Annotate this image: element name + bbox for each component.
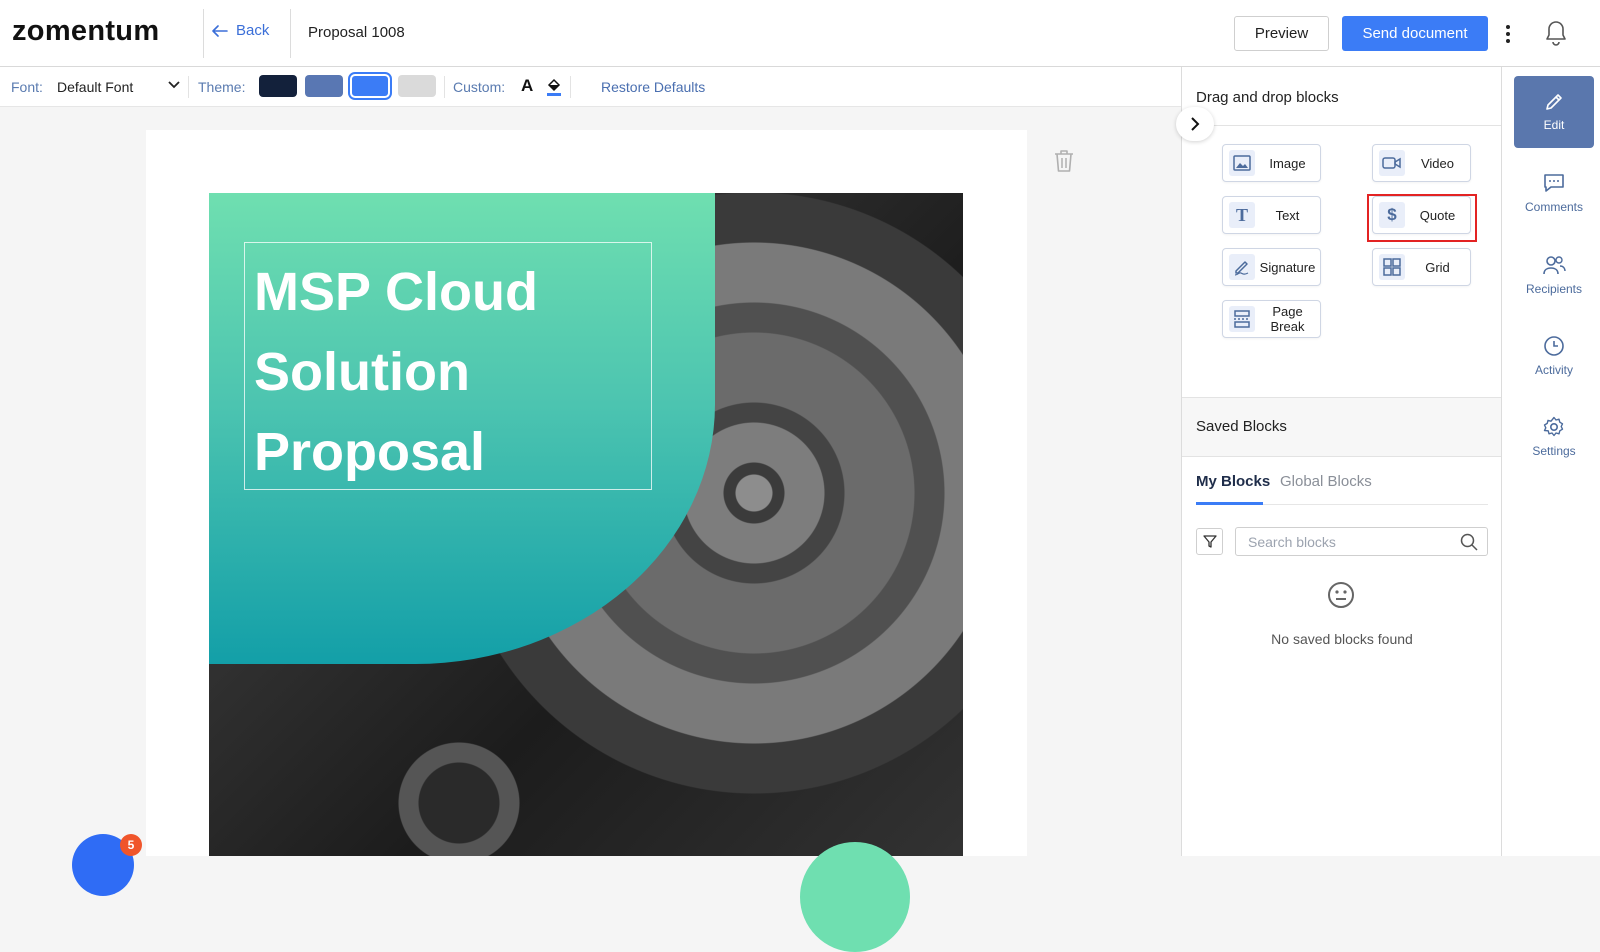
search-blocks-input[interactable] xyxy=(1235,527,1488,556)
block-label: Text xyxy=(1275,207,1300,223)
nav-edit[interactable]: Edit xyxy=(1514,76,1594,148)
font-color-icon[interactable]: A xyxy=(521,76,533,96)
nav-label: Comments xyxy=(1524,200,1583,214)
text-icon: T xyxy=(1229,202,1255,228)
divider xyxy=(444,76,445,98)
theme-swatch-blue-selected[interactable] xyxy=(348,72,392,100)
fill-color-icon[interactable] xyxy=(546,77,562,97)
gear-icon xyxy=(1543,416,1564,437)
notification-badge: 5 xyxy=(120,834,142,856)
collapse-panel-button[interactable] xyxy=(1176,107,1214,141)
custom-label: Custom: xyxy=(453,79,506,95)
document-page: MSP Cloud Solution Proposal xyxy=(146,130,1027,856)
saved-blocks-header: Saved Blocks xyxy=(1182,397,1502,457)
blocks-heading: Drag and drop blocks xyxy=(1196,89,1339,106)
block-label: Quote xyxy=(1419,207,1456,223)
trash-icon[interactable] xyxy=(1053,149,1075,173)
nav-label: Settings xyxy=(1532,444,1576,458)
active-tab-indicator xyxy=(1196,502,1263,505)
tab-global-blocks[interactable]: Global Blocks xyxy=(1280,473,1372,490)
recipients-icon xyxy=(1543,256,1566,275)
font-label: Font: xyxy=(11,79,43,95)
filter-icon[interactable] xyxy=(1196,528,1223,555)
page-break-block[interactable]: Page Break xyxy=(1222,300,1321,338)
video-icon xyxy=(1379,150,1405,176)
page-break-icon xyxy=(1229,306,1255,332)
cover-title-line: Solution xyxy=(254,342,470,402)
nav-label: Activity xyxy=(1534,363,1573,377)
image-block[interactable]: Image xyxy=(1222,144,1321,182)
document-title[interactable]: Proposal 1008 xyxy=(308,24,405,41)
chevron-right-icon xyxy=(1191,117,1200,131)
divider xyxy=(203,9,204,58)
nav-activity[interactable]: Activity xyxy=(1514,320,1594,392)
preview-button[interactable]: Preview xyxy=(1234,16,1329,51)
nav-label: Recipients xyxy=(1525,282,1583,296)
cover-title-line: Proposal xyxy=(254,422,486,482)
nav-settings[interactable]: Settings xyxy=(1514,401,1594,473)
decorative-circle xyxy=(800,842,910,952)
cover-title[interactable]: MSP Cloud Solution Proposal xyxy=(254,252,644,492)
arrow-left-icon xyxy=(212,24,228,37)
theme-swatch-gray[interactable] xyxy=(398,75,436,97)
restore-defaults-link[interactable]: Restore Defaults xyxy=(601,79,705,95)
bell-icon[interactable] xyxy=(1545,20,1567,46)
comments-icon xyxy=(1544,174,1564,192)
divider xyxy=(188,76,189,98)
grid-icon xyxy=(1379,254,1405,280)
block-label: Grid xyxy=(1425,259,1450,275)
signature-block[interactable]: Signature xyxy=(1222,248,1321,286)
signature-icon xyxy=(1229,254,1255,280)
neutral-face-icon xyxy=(1328,582,1354,608)
back-link[interactable]: Back xyxy=(212,22,269,39)
app-logo[interactable]: zomentum xyxy=(12,15,159,48)
theme-swatch-slate[interactable] xyxy=(305,75,343,97)
font-select[interactable]: Default Font xyxy=(57,79,133,95)
image-icon xyxy=(1229,150,1255,176)
saved-blocks-heading: Saved Blocks xyxy=(1196,418,1287,435)
grid-block[interactable]: Grid xyxy=(1372,248,1471,286)
top-bar: zomentum Back Proposal 1008 Preview Send… xyxy=(0,0,1600,67)
pencil-icon xyxy=(1546,94,1562,110)
divider xyxy=(1182,125,1502,126)
block-label: Video xyxy=(1420,155,1454,171)
dollar-icon: $ xyxy=(1379,202,1405,228)
nav-recipients[interactable]: Recipients xyxy=(1514,239,1594,311)
send-document-button[interactable]: Send document xyxy=(1342,16,1488,51)
text-block[interactable]: T Text xyxy=(1222,196,1321,234)
nav-label: Edit xyxy=(1543,118,1565,132)
nav-comments[interactable]: Comments xyxy=(1514,157,1594,229)
chevron-down-icon[interactable] xyxy=(168,81,180,89)
empty-state-message: No saved blocks found xyxy=(1271,631,1413,647)
side-navigation: Edit Comments Recipients Activity Settin… xyxy=(1501,67,1600,856)
block-label: Image xyxy=(1269,155,1306,171)
blocks-panel: Drag and drop blocks Image Video T Text … xyxy=(1176,67,1502,856)
video-block[interactable]: Video xyxy=(1372,144,1471,182)
divider xyxy=(290,9,291,58)
clock-icon xyxy=(1544,336,1564,356)
block-label: Page Break xyxy=(1270,304,1305,334)
quote-block[interactable]: $ Quote xyxy=(1372,196,1471,234)
cover-title-line: MSP Cloud xyxy=(254,262,539,322)
tab-my-blocks[interactable]: My Blocks xyxy=(1196,473,1270,490)
more-options-icon[interactable] xyxy=(1500,22,1516,46)
block-label: Signature xyxy=(1259,259,1316,275)
formatting-toolbar: Font: Default Font Theme: Custom: A Rest… xyxy=(0,67,1182,107)
editor-canvas: MSP Cloud Solution Proposal xyxy=(0,107,1179,856)
theme-label: Theme: xyxy=(198,79,246,95)
divider xyxy=(570,76,571,98)
back-label: Back xyxy=(236,22,270,39)
theme-swatch-dark[interactable] xyxy=(259,75,297,97)
